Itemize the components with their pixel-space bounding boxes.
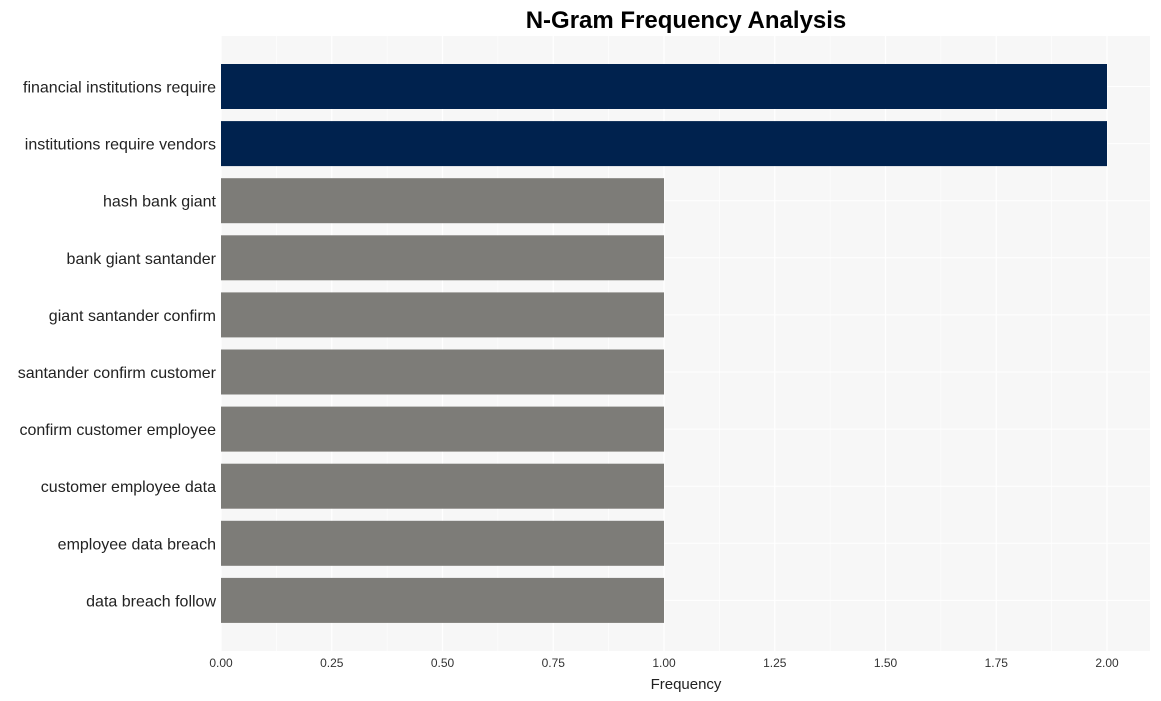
bar-hash-bank-giant <box>221 178 664 224</box>
y-tick-label: giant santander confirm <box>49 308 216 325</box>
y-tick-label: santander confirm customer <box>18 365 217 382</box>
bar-customer-employee-data <box>221 463 664 509</box>
y-tick-labels: financial institutions require institutio… <box>18 80 217 611</box>
x-tick-labels: 0.00 0.25 0.50 0.75 1.00 1.25 1.50 1.75 2.00 <box>209 656 1119 670</box>
bar-confirm-customer-employee <box>221 406 664 452</box>
y-tick-label: confirm customer employee <box>19 422 216 439</box>
x-tick-label: 0.00 <box>209 656 233 670</box>
x-tick-label: 2.00 <box>1095 656 1119 670</box>
bar-employee-data-breach <box>221 520 664 566</box>
x-tick-label: 1.50 <box>874 656 898 670</box>
x-tick-label: 0.25 <box>320 656 344 670</box>
x-tick-label: 1.75 <box>985 656 1009 670</box>
y-tick-label: data breach follow <box>86 593 216 610</box>
ngram-frequency-chart: financial institutions require institutio… <box>18 7 1150 693</box>
y-tick-label: financial institutions require <box>23 80 216 97</box>
y-tick-label: bank giant santander <box>67 251 217 268</box>
y-tick-label: institutions require vendors <box>25 137 216 154</box>
bar-institutions-require-vendors <box>221 121 1107 167</box>
bar-giant-santander-confirm <box>221 292 664 338</box>
bar-bank-giant-santander <box>221 235 664 281</box>
y-tick-label: customer employee data <box>41 479 216 496</box>
x-tick-label: 1.25 <box>763 656 787 670</box>
x-tick-label: 1.00 <box>652 656 676 670</box>
y-tick-label: employee data breach <box>58 536 216 553</box>
bar-santander-confirm-customer <box>221 349 664 395</box>
x-tick-label: 0.50 <box>431 656 455 670</box>
bar-financial-institutions-require <box>221 64 1107 109</box>
chart-title: N-Gram Frequency Analysis <box>526 7 847 34</box>
bar-data-breach-follow <box>221 577 664 623</box>
y-tick-label: hash bank giant <box>103 194 217 211</box>
x-axis-label: Frequency <box>651 676 722 693</box>
x-tick-label: 0.75 <box>542 656 566 670</box>
